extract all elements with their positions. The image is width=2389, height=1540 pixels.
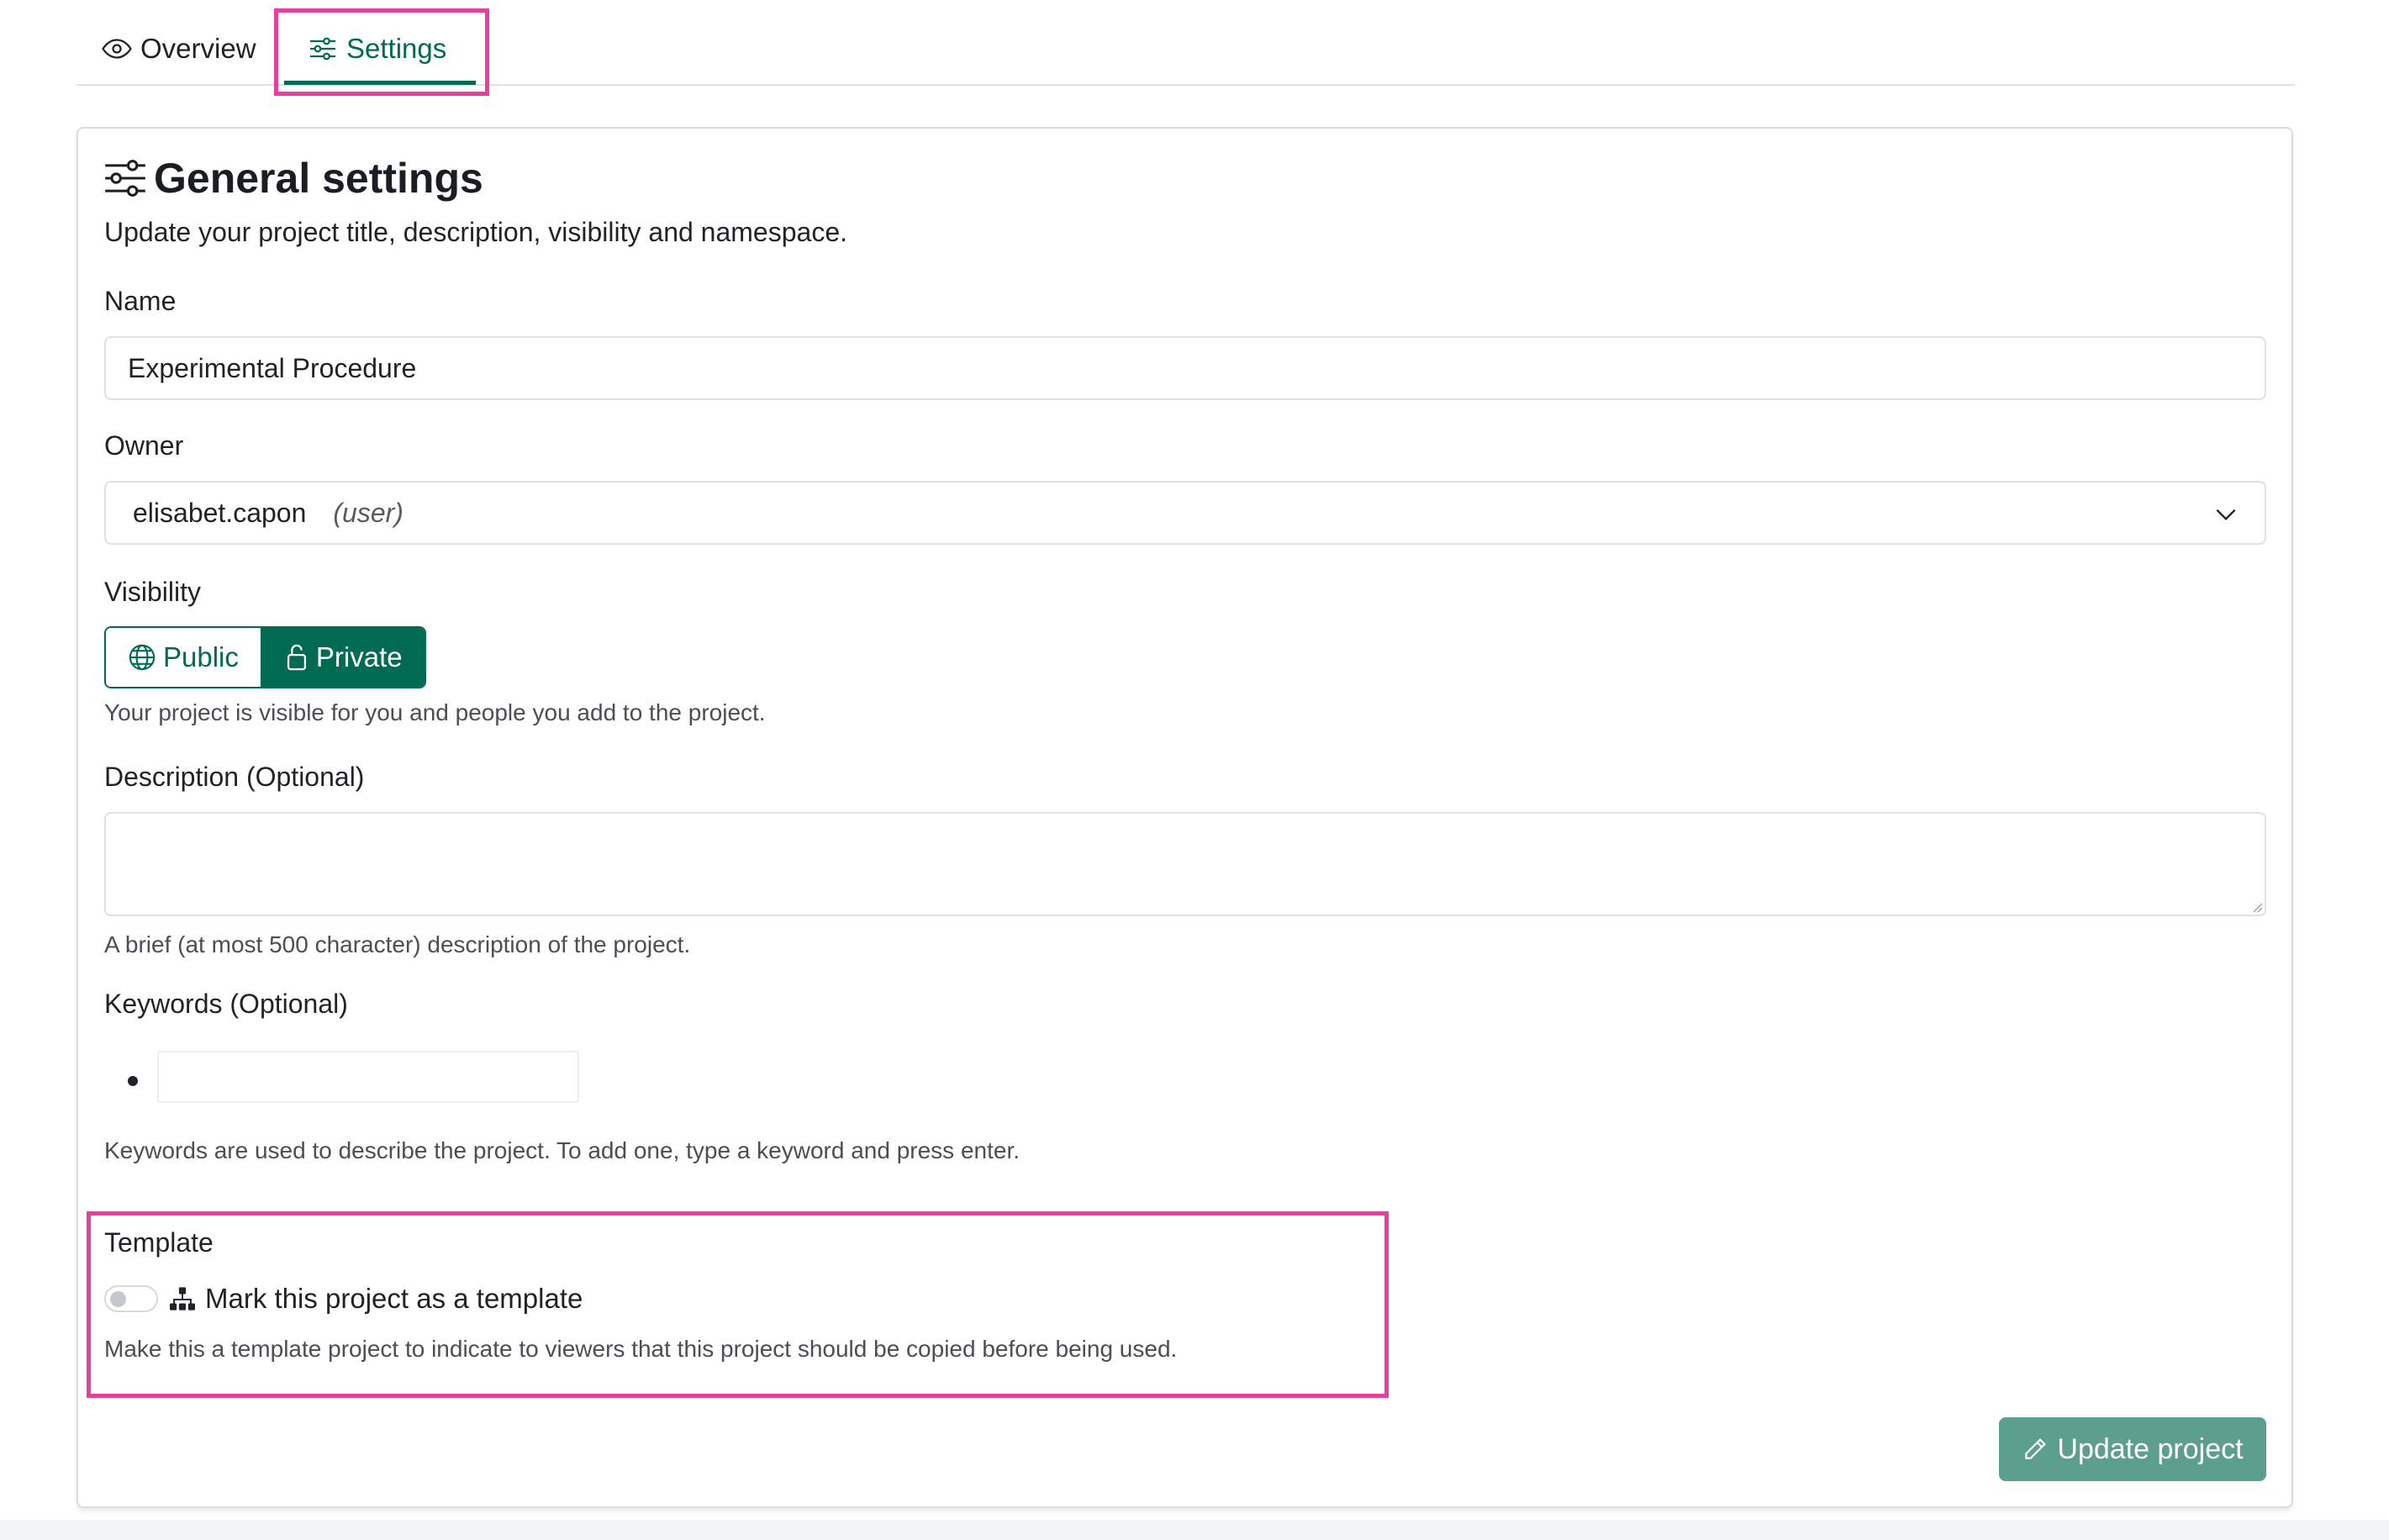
page-title-text: General settings <box>154 155 483 202</box>
tab-overview[interactable]: Overview <box>102 25 256 72</box>
chevron-down-icon <box>2216 509 2236 521</box>
visibility-label: Visibility <box>104 577 201 607</box>
visibility-public-label: Public <box>163 641 239 672</box>
owner-label: Owner <box>104 430 184 461</box>
keyword-bullet <box>128 1076 138 1086</box>
name-input[interactable]: Experimental Procedure <box>104 336 2266 400</box>
update-project-label: Update project <box>2057 1432 2244 1465</box>
eye-icon <box>102 39 132 59</box>
sliders-icon <box>105 160 145 197</box>
annotation-highlight-settings-tab <box>274 8 489 96</box>
owner-value: elisabet.capon <box>133 497 307 528</box>
resize-grip-icon[interactable] <box>2249 899 2263 913</box>
update-project-button[interactable]: Update project <box>1999 1417 2266 1481</box>
page-footer-strip <box>0 1520 2389 1540</box>
name-input-value: Experimental Procedure <box>128 352 417 383</box>
visibility-public-button[interactable]: Public <box>106 628 262 687</box>
description-label: Description (Optional) <box>104 762 365 792</box>
keywords-help-text: Keywords are used to describe the projec… <box>104 1137 1020 1163</box>
page-subtitle: Update your project title, description, … <box>104 217 847 247</box>
name-label: Name <box>104 286 177 316</box>
owner-select[interactable]: elisabet.capon (user) <box>104 481 2266 545</box>
description-help-text: A brief (at most 500 character) descript… <box>104 931 691 957</box>
globe-icon <box>129 644 156 671</box>
visibility-help-text: Your project is visible for you and peop… <box>104 699 766 725</box>
annotation-highlight-template <box>87 1211 1389 1398</box>
visibility-toggle-group: Public Private <box>104 626 426 688</box>
owner-type: (user) <box>333 497 403 528</box>
pencil-icon <box>2025 1438 2047 1459</box>
tab-overview-label: Overview <box>140 33 256 64</box>
keyword-input[interactable] <box>157 1051 579 1103</box>
visibility-private-label: Private <box>315 641 403 672</box>
lock-icon <box>287 644 306 671</box>
visibility-private-button[interactable]: Private <box>261 628 425 687</box>
page-title: General settings <box>103 148 483 208</box>
description-textarea[interactable] <box>104 812 2266 916</box>
keywords-label: Keywords (Optional) <box>104 989 348 1019</box>
